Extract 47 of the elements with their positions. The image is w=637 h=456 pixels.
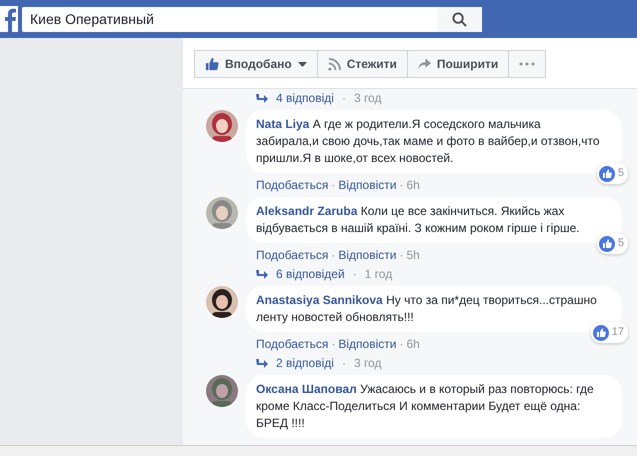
search-icon <box>452 12 467 26</box>
reply-link[interactable]: Відповісти <box>338 248 396 262</box>
share-button[interactable]: Поширити <box>406 50 510 78</box>
timestamp: 3 год <box>354 356 382 370</box>
separator: · <box>399 337 404 351</box>
timestamp: 5h <box>406 248 420 262</box>
separator: · <box>331 337 336 351</box>
share-arrow-icon <box>418 58 431 70</box>
logo-icon[interactable] <box>0 6 18 32</box>
separator: · <box>342 91 346 105</box>
reply-arrow-icon <box>256 358 268 368</box>
like-icon <box>592 324 609 340</box>
separator: · <box>331 248 336 262</box>
search-field[interactable]: Киев Оперативный <box>22 6 437 32</box>
comment-text: Aleksandr Zaruba Коли це все закінчиться. Якийсь жах відбувається в нашій країні. З кожним роком гірше і гірше. <box>256 204 580 235</box>
like-link[interactable]: Подобається <box>256 248 328 262</box>
like-link[interactable]: Подобається <box>256 337 328 351</box>
timestamp: 6h <box>406 178 420 192</box>
more-icon <box>519 62 536 66</box>
reply-link[interactable]: Відповісти <box>338 337 396 351</box>
rss-icon <box>328 58 341 70</box>
comment-text: Anastasiya Sannikova Ну что за пи*дец твориться...страшно ленту новостей обновлять!!! <box>256 293 597 324</box>
like-icon <box>598 166 615 182</box>
reply-arrow-icon <box>256 270 268 278</box>
horizontal-scrollbar[interactable] <box>0 445 637 456</box>
separator: · <box>331 178 336 192</box>
timestamp: 3 год <box>354 91 382 105</box>
like-button[interactable]: Вподобано <box>194 50 318 78</box>
separator: · <box>399 248 404 262</box>
timestamp: 1 год <box>364 267 392 281</box>
replies-link[interactable]: 4 відповіді <box>276 91 334 105</box>
comment-text: Оксана Шаповал Ужасаюсь и в который раз повторюсь: где кроме Класс-Поделиться И комментарии Будет ещё одна: БРЕД !!!! <box>256 382 594 430</box>
replies-link[interactable]: 2 відповіді <box>276 356 334 370</box>
reply-link[interactable]: Відповісти <box>338 178 396 192</box>
timestamp: 6h <box>406 337 420 351</box>
comment-text: Nata Liya А где ж родители.Я соседского мальчика забирала,и свою дочь,так маме и фото в вайбер,и отзвон,что пришли.Я в шоке,от всех новостей. <box>256 117 600 165</box>
thumbs-up-icon <box>205 57 219 71</box>
replies-link[interactable]: 6 відповідей <box>276 267 345 281</box>
caret-icon <box>298 62 307 66</box>
like-link[interactable]: Подобається <box>256 178 328 192</box>
separator: · <box>399 178 404 192</box>
separator: · <box>342 356 346 370</box>
like-icon <box>598 236 615 252</box>
separator: · <box>352 267 357 281</box>
follow-button[interactable]: Стежити <box>316 50 408 78</box>
reply-arrow-icon <box>256 94 268 102</box>
search-button[interactable] <box>437 6 482 32</box>
